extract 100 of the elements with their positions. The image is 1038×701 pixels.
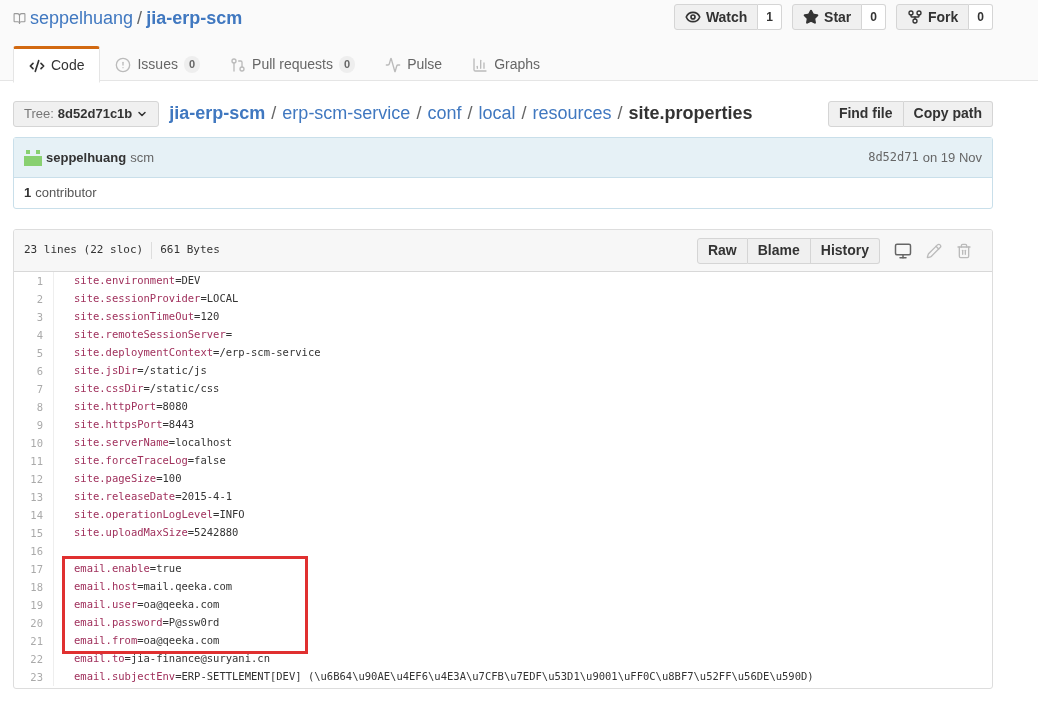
code-line: site.httpsPort=8443	[73, 417, 195, 433]
line-number: 6	[14, 362, 54, 380]
breadcrumb-separator: /	[467, 102, 473, 125]
code-line: email.to=jia-finance@suryani.cn	[73, 651, 270, 667]
nav-tab[interactable]: Pulse	[370, 46, 458, 83]
contributor-count: 1	[24, 184, 32, 203]
line-number: 14	[14, 506, 54, 524]
code-line: email.subjectEnv=ERP-SETTLEMENT[DEV] (\u6B64\u90AE\u4EF6\u4E3A\u7CFB\u7EDF\u53D1\u9001\uFF0C\u8BF7\u52FF\u56DE\u590D)	[73, 669, 814, 685]
code-line: site.sessionTimeOut=120	[73, 309, 220, 325]
code-line: site.pageSize=100	[73, 471, 182, 487]
line-number: 2	[14, 290, 54, 308]
code-line: site.forceTraceLog=false	[73, 453, 226, 469]
line-number: 10	[14, 434, 54, 452]
contributor-label: contributor	[35, 184, 97, 203]
branch-label: Tree:	[24, 104, 54, 123]
code-line: site.environment=DEV	[73, 273, 201, 289]
line-number: 7	[14, 380, 54, 398]
line-number: 9	[14, 416, 54, 434]
breadcrumb-separator: /	[617, 102, 623, 125]
line-number: 5	[14, 344, 54, 362]
delete-icon[interactable]	[956, 242, 972, 259]
bar-chart-icon	[472, 56, 489, 73]
line-number: 18	[14, 578, 54, 596]
issue-icon	[115, 56, 132, 73]
breadcrumb-link[interactable]: local	[478, 100, 516, 127]
line-number: 16	[14, 542, 54, 560]
breadcrumb-link[interactable]: resources	[532, 100, 612, 127]
code-icon	[29, 57, 45, 74]
breadcrumb-separator: /	[521, 102, 527, 125]
edit-icon[interactable]	[926, 242, 942, 259]
file-action-button[interactable]: Find file	[827, 100, 904, 127]
code-line: site.uploadMaxSize=5242880	[73, 525, 239, 541]
repo-owner-link[interactable]: seppelhuang	[30, 5, 134, 32]
code-line: email.user=oa@qeeka.com	[73, 597, 220, 613]
commit-message[interactable]: scm	[130, 147, 155, 168]
line-number: 23	[14, 668, 54, 686]
pull-request-icon	[230, 56, 247, 73]
line-number: 15	[14, 524, 54, 542]
desktop-icon[interactable]	[894, 241, 912, 260]
repo-action-button[interactable]: Star	[792, 4, 863, 30]
breadcrumb-link[interactable]: erp-scm-service	[282, 100, 411, 127]
code-line: email.enable=true	[73, 561, 182, 577]
line-number: 17	[14, 560, 54, 578]
breadcrumb-link[interactable]: conf	[427, 100, 462, 127]
fork-icon	[906, 9, 923, 25]
breadcrumb-separator: /	[416, 102, 422, 125]
tab-counter: 0	[183, 56, 201, 73]
repo-action-button[interactable]: Fork	[895, 4, 970, 30]
code-line: site.httpPort=8080	[73, 399, 188, 415]
star-icon	[803, 9, 820, 25]
code-line: site.releaseDate=2015-4-1	[73, 489, 233, 505]
line-number: 22	[14, 650, 54, 668]
commit-date: on 19 Nov	[922, 148, 982, 167]
repo-icon	[13, 11, 26, 26]
path-separator: /	[137, 7, 143, 30]
nav-tab[interactable]: Issues 0	[100, 46, 216, 83]
branch-select[interactable]: Tree: 8d52d71c1b	[13, 100, 160, 127]
code-line: site.operationLogLevel=INFO	[73, 507, 245, 523]
code-line: site.cssDir=/static/css	[73, 381, 220, 397]
file-size: 661 Bytes	[159, 242, 220, 259]
breadcrumb-link[interactable]: jia-erp-scm	[169, 100, 266, 127]
nav-tab[interactable]: Pull requests 0	[215, 46, 371, 83]
tab-counter: 0	[339, 56, 356, 73]
line-number: 3	[14, 308, 54, 326]
code-line: site.remoteSessionServer=	[73, 327, 233, 343]
line-number: 11	[14, 452, 54, 470]
line-number: 13	[14, 488, 54, 506]
count-link[interactable]: 0	[969, 4, 993, 30]
line-number: 19	[14, 596, 54, 614]
line-number: 21	[14, 632, 54, 650]
code-line: email.host=mail.qeeka.com	[73, 579, 233, 595]
repo-action-button[interactable]: Watch	[673, 4, 759, 30]
code-line: email.password=P@ssw0rd	[73, 615, 220, 631]
repo-name-link[interactable]: jia-erp-scm	[146, 5, 243, 32]
code-line: site.serverName=localhost	[73, 435, 233, 451]
file-view-button[interactable]: Raw	[696, 237, 748, 264]
file-view-button[interactable]: History	[810, 237, 880, 264]
nav-tab[interactable]: Graphs	[457, 46, 556, 83]
count-link[interactable]: 1	[758, 4, 783, 30]
avatar-icon	[24, 149, 42, 166]
code-line: site.jsDir=/static/js	[73, 363, 207, 379]
pulse-icon	[385, 56, 402, 73]
nav-tab[interactable]: Code	[13, 46, 101, 83]
commit-sha[interactable]: 8d52d71	[868, 147, 919, 168]
file-action-button[interactable]: Copy path	[903, 100, 993, 127]
branch-name: 8d52d71c1b	[57, 104, 133, 123]
line-number: 20	[14, 614, 54, 632]
count-link[interactable]: 0	[862, 4, 886, 30]
file-name: site.properties	[628, 102, 753, 125]
line-count: 23 lines (22 sloc)	[24, 242, 153, 259]
eye-icon	[684, 9, 701, 25]
line-number: 4	[14, 326, 54, 344]
file-view-button[interactable]: Blame	[747, 237, 811, 264]
code-line: site.deploymentContext=/erp-scm-service	[73, 345, 321, 361]
code-line: site.sessionProvider=LOCAL	[73, 291, 239, 307]
line-number: 1	[14, 272, 54, 290]
breadcrumb-separator: /	[271, 102, 277, 125]
commit-author[interactable]: seppelhuang	[46, 147, 127, 168]
line-number: 8	[14, 398, 54, 416]
code-line: email.from=oa@qeeka.com	[73, 633, 220, 649]
